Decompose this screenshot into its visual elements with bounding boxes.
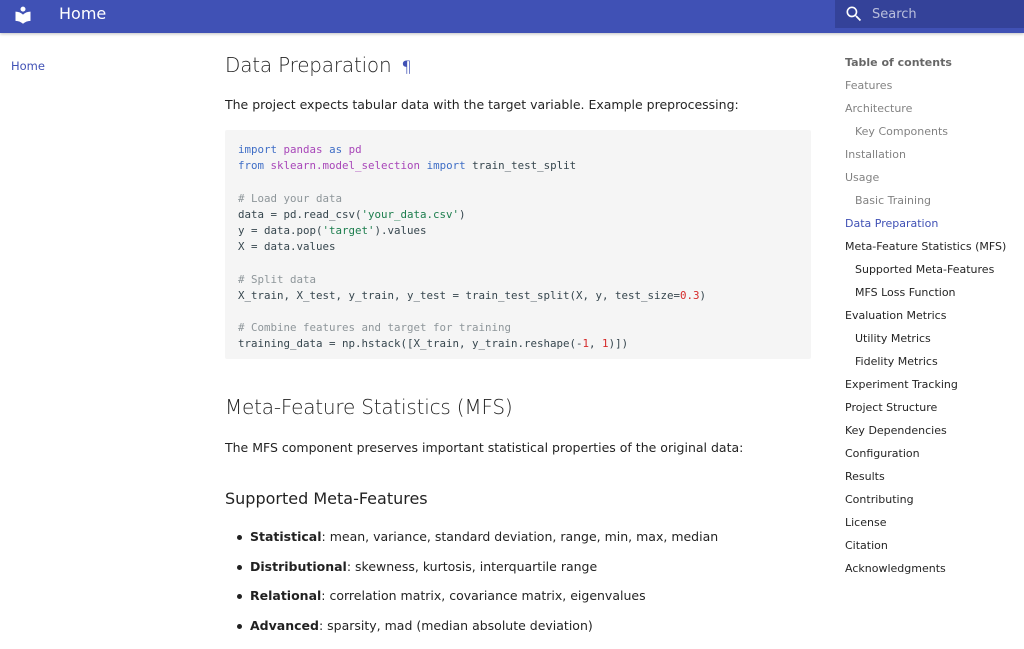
primary-nav: Home — [11, 55, 45, 74]
code-line: from sklearn.model_selection import trai… — [238, 159, 577, 173]
toc-item[interactable]: Experiment Tracking — [845, 377, 1020, 400]
toc-item[interactable]: Utility Metrics — [845, 331, 1020, 354]
toc-item[interactable]: Results — [845, 469, 1020, 492]
list-item-desc: : mean, variance, standard deviation, ra… — [321, 529, 719, 544]
toc-item[interactable]: Fidelity Metrics — [845, 354, 1020, 377]
code-line: training_data = np.hstack([X_train, y_tr… — [238, 337, 629, 351]
list-item-term: Advanced — [250, 617, 319, 633]
code-line: y = data.pop('target').values — [238, 224, 427, 238]
book-logo-icon[interactable] — [13, 5, 33, 25]
heading-supported-meta-features: Supported Meta-Features — [225, 489, 428, 508]
heading-mfs: Meta-Feature Statistics (MFS) — [225, 395, 513, 419]
toc-item[interactable]: Project Structure — [845, 400, 1020, 423]
list-item: Distributional: skewness, kurtosis, inte… — [225, 557, 718, 587]
list-item: Advanced: sparsity, mad (median absolute… — [225, 616, 718, 646]
heading-data-preparation-text: Data Preparation — [225, 53, 392, 77]
toc-item[interactable]: Key Components — [845, 124, 1020, 147]
code-line: data = pd.read_csv('your_data.csv') — [238, 207, 466, 221]
heading-data-preparation: Data Preparation ¶ — [225, 53, 412, 77]
code-line: X = data.values — [238, 240, 336, 254]
nav-link-home[interactable]: Home — [11, 59, 45, 73]
meta-feature-list: Statistical: mean, variance, standard de… — [225, 527, 718, 645]
search-input[interactable] — [872, 4, 1020, 24]
code-comment: # Combine features and target for traini… — [238, 321, 512, 335]
code-comment: # Load your data — [238, 191, 343, 205]
code-content: import pandas as pd from sklearn.model_s… — [238, 142, 706, 353]
list-item-desc: : skewness, kurtosis, interquartile rang… — [346, 558, 598, 574]
toc-item[interactable]: Evaluation Metrics — [845, 308, 1020, 331]
list-item-term: Distributional — [250, 558, 347, 574]
list-item-desc: : correlation matrix, covariance matrix,… — [321, 588, 646, 603]
toc-item[interactable]: Architecture — [845, 101, 1020, 124]
list-item-term: Statistical — [250, 529, 322, 544]
toc-item[interactable]: License — [845, 515, 1020, 538]
toc-item[interactable]: Usage — [845, 170, 1020, 193]
toc-item[interactable]: Configuration — [845, 446, 1020, 469]
list-item-term: Relational — [250, 588, 322, 603]
code-line: import pandas as pd — [238, 143, 362, 156]
list-item: Relational: correlation matrix, covarian… — [225, 586, 718, 616]
toc-item[interactable]: Installation — [845, 147, 1020, 170]
toc-item[interactable]: Contributing — [845, 492, 1020, 515]
search-box[interactable] — [835, 0, 1024, 28]
mfs-paragraph: The MFS component preserves important st… — [225, 440, 744, 455]
toc-title: Table of contents — [845, 56, 952, 69]
code-block: import pandas as pd from sklearn.model_s… — [225, 130, 811, 359]
intro-paragraph: The project expects tabular data with th… — [225, 97, 739, 112]
header-title: Home — [59, 4, 107, 23]
toc-item[interactable]: Citation — [845, 538, 1020, 561]
toc-item[interactable]: MFS Loss Function — [845, 285, 1020, 308]
table-of-contents: Table of contents Features Architecture Ke… — [845, 55, 1020, 584]
toc-item[interactable]: Data Preparation — [845, 216, 1020, 239]
toc-item[interactable]: Supported Meta-Features — [845, 262, 1020, 285]
code-comment: # Split data — [238, 272, 317, 286]
list-item-desc: : sparsity, mad (median absolute deviati… — [318, 617, 593, 633]
top-header: Home — [0, 0, 1024, 33]
toc-item[interactable]: Features — [845, 78, 1020, 101]
toc-item[interactable]: Key Dependencies — [845, 423, 1020, 446]
permalink-icon[interactable]: ¶ — [401, 57, 411, 76]
toc-list: Features Architecture Key Components Instal… — [845, 78, 1020, 584]
list-item: Statistical: mean, variance, standard de… — [225, 527, 718, 557]
search-icon — [846, 6, 862, 22]
toc-item[interactable]: Basic Training — [845, 193, 1020, 216]
code-line: X_train, X_test, y_train, y_test = train… — [238, 288, 707, 302]
toc-item[interactable]: Acknowledgments — [845, 561, 1020, 584]
toc-item[interactable]: Meta-Feature Statistics (MFS) — [845, 239, 1020, 262]
